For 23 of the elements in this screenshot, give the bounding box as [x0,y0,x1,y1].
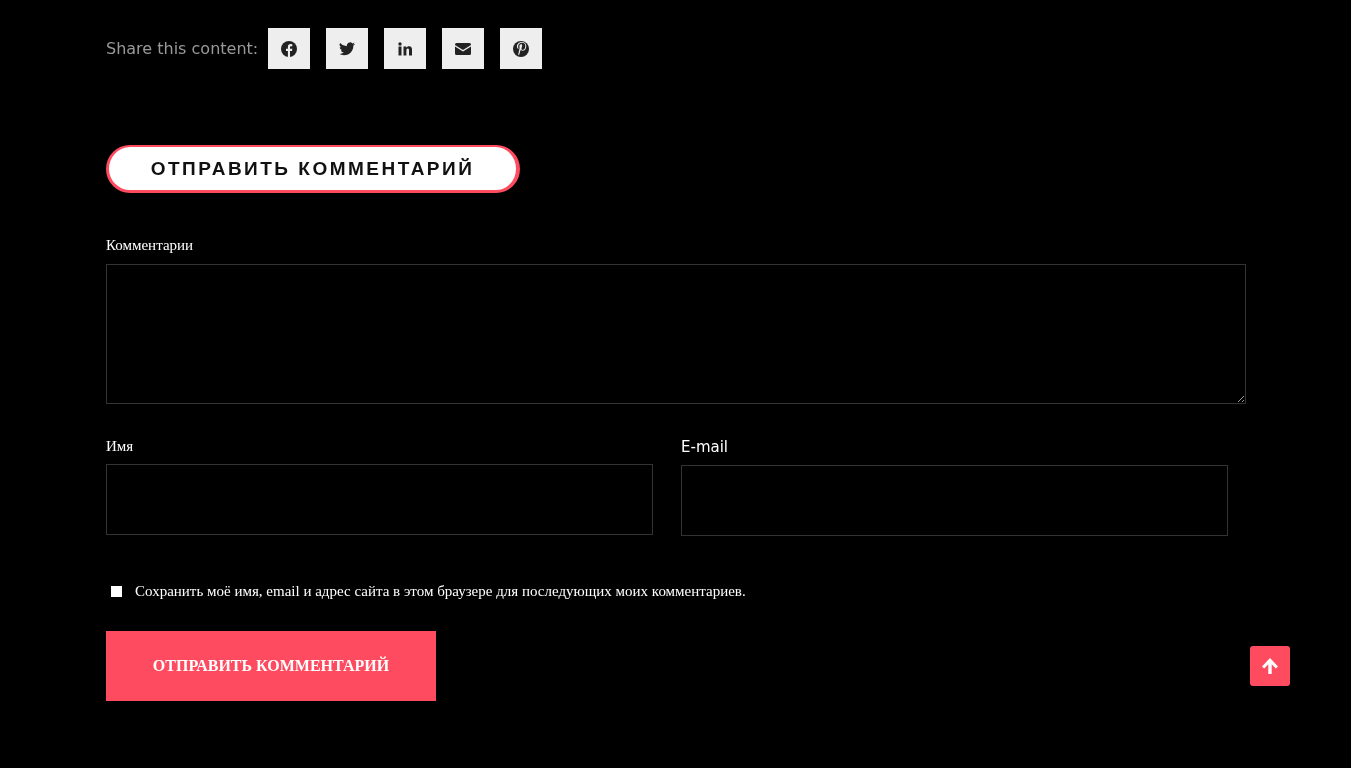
checkbox-label: Сохранить моё имя, email и адрес сайта в этом браузере для последующих моих комментариев. [135,583,746,600]
checkbox[interactable] [111,586,122,597]
share-label: Share this content: [106,39,259,58]
share-button[interactable] [500,28,543,69]
field-label: E-mail [681,438,730,456]
field-label: Имя [106,438,135,455]
bird-icon [339,41,356,56]
field-label: Комментарии [106,237,195,254]
share-button[interactable] [384,28,427,69]
share-button[interactable] [326,28,369,69]
section-heading: ОТПРАВИТЬ КОММЕНТАРИЙ [106,145,520,193]
facebook-icon [281,40,298,57]
share-button[interactable] [442,28,485,69]
pinterest-icon [513,40,530,57]
arrow-up-icon [1261,657,1279,675]
submit-button[interactable]: ОТПРАВИТЬ КОММЕНТАРИЙ [106,631,436,701]
scroll-top-button[interactable] [1250,646,1290,686]
share-button[interactable] [268,28,311,69]
name-field[interactable] [106,464,653,535]
linkedin-icon [398,41,413,56]
comment-field[interactable] [106,264,1246,404]
email-field[interactable] [681,465,1228,536]
envelope-icon [455,42,472,55]
